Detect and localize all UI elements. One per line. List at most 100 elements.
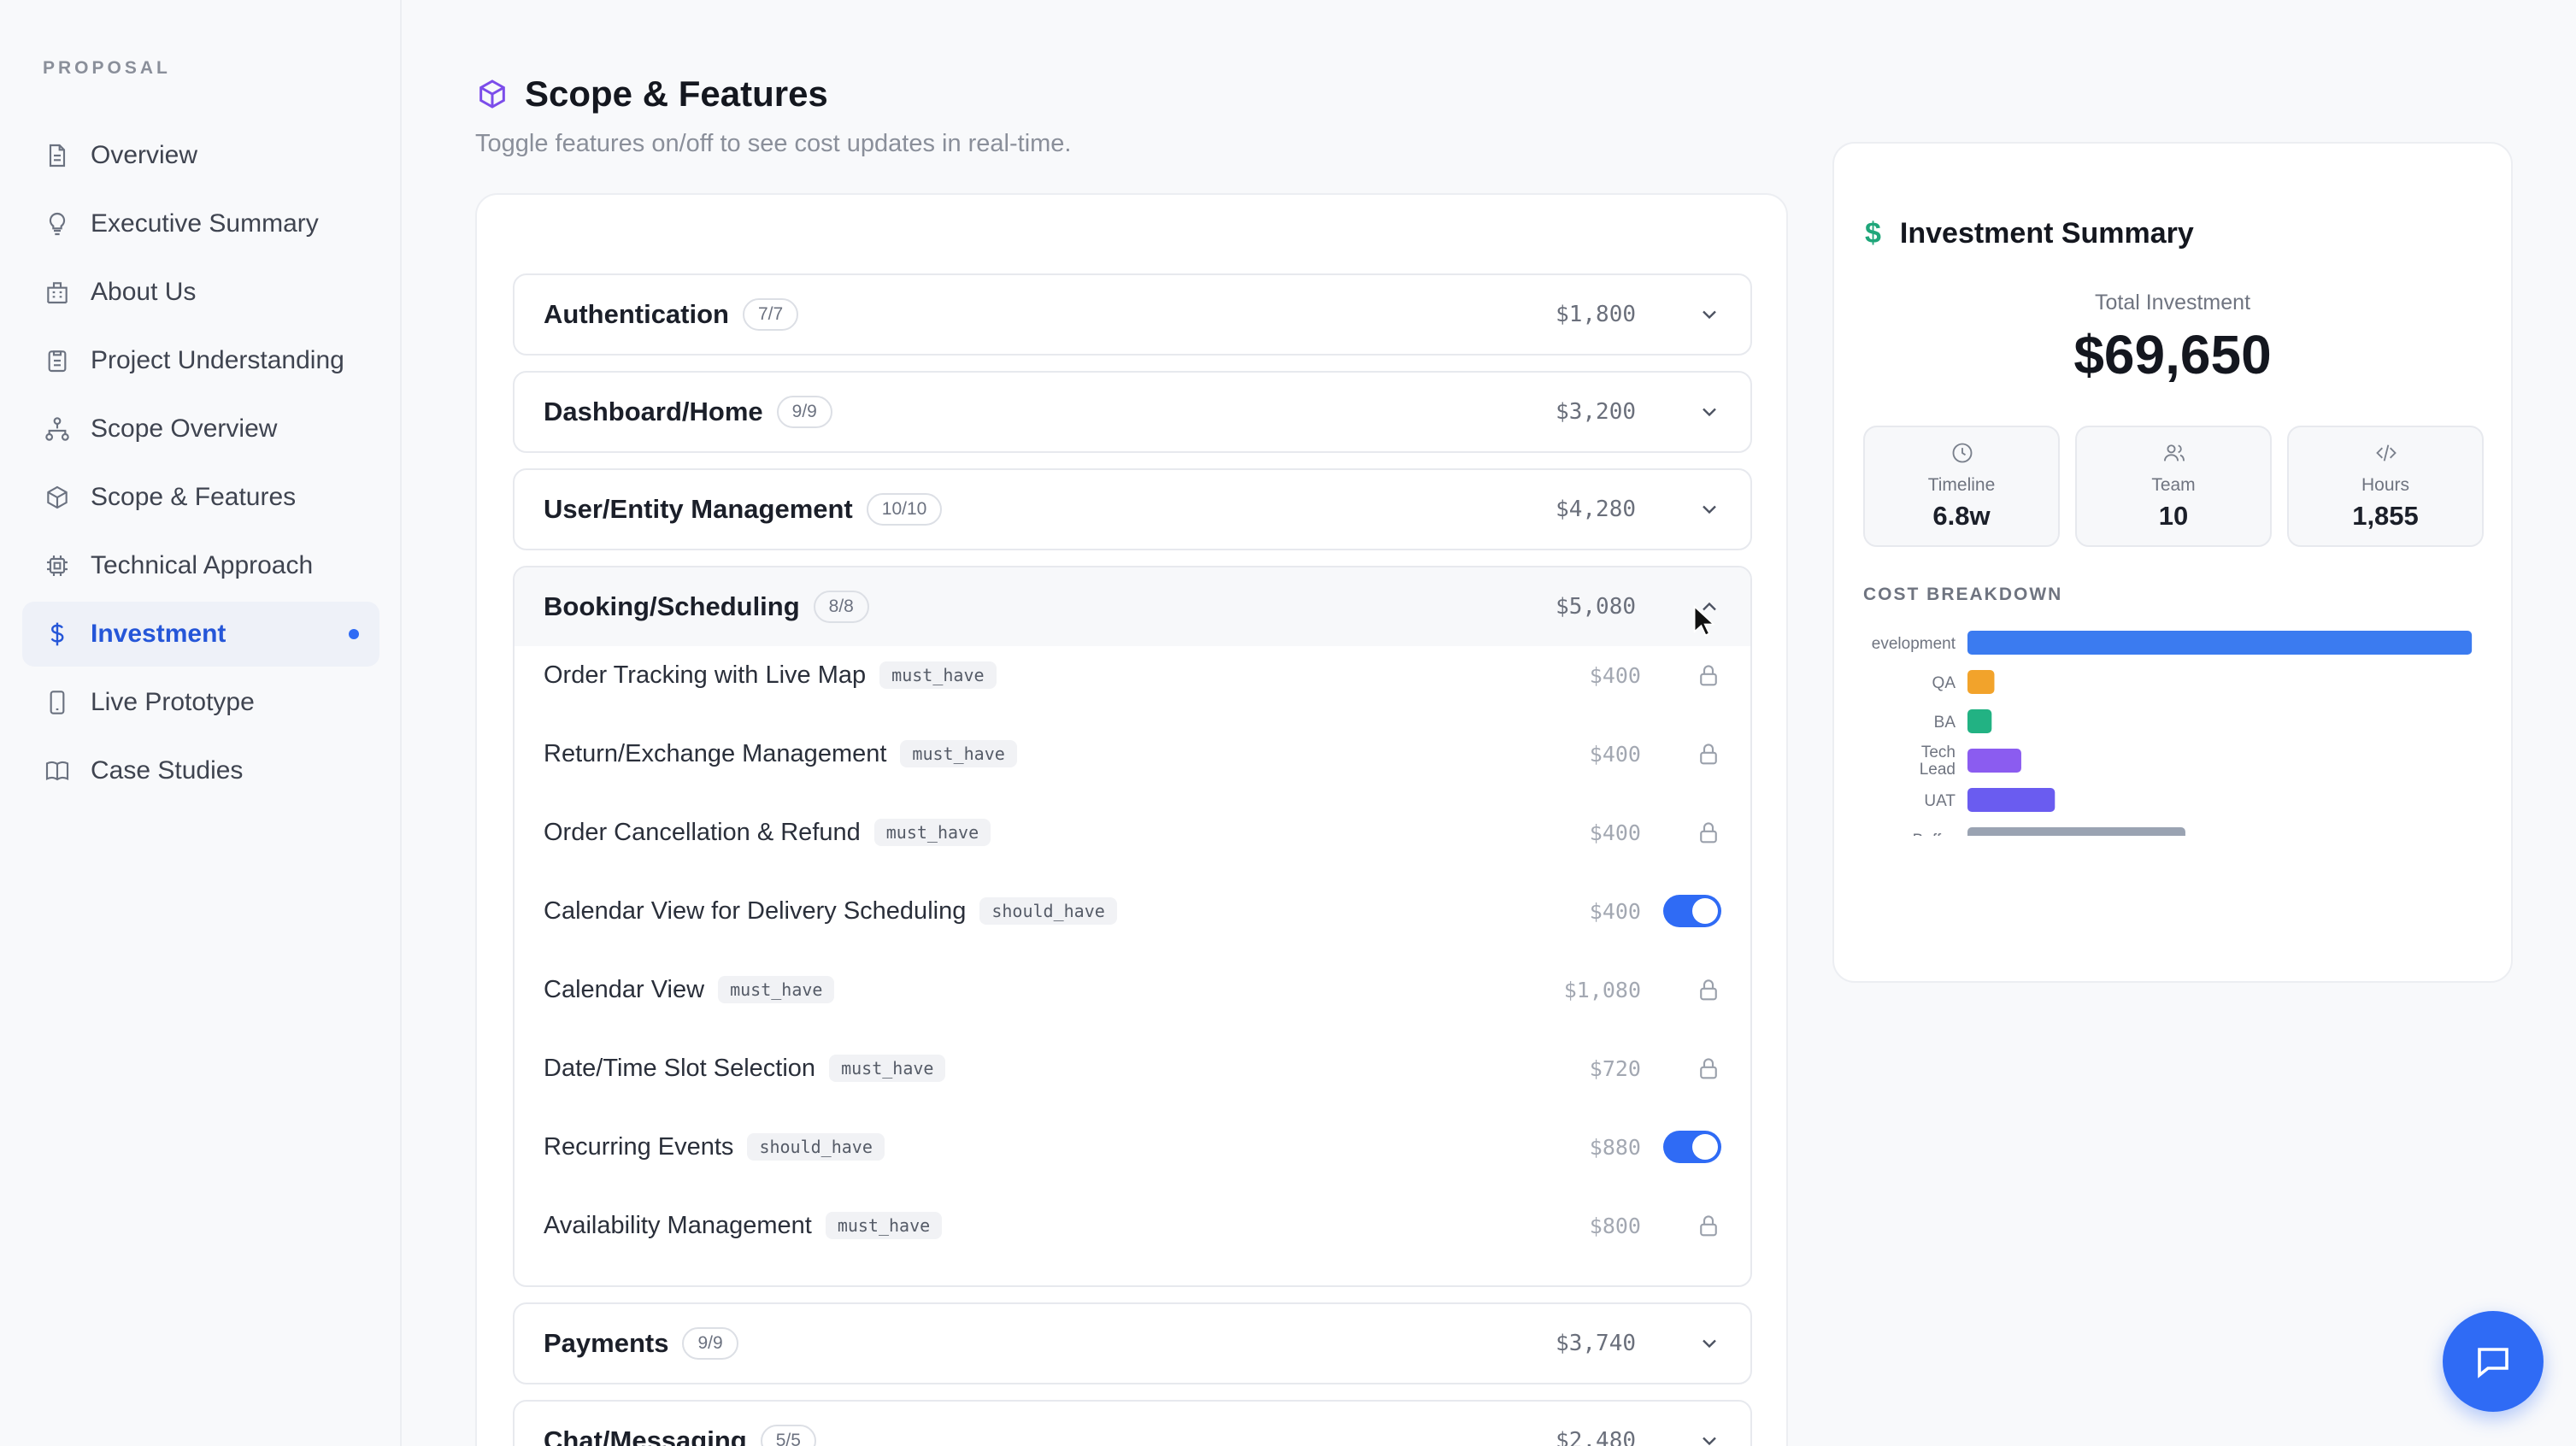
priority-tag: must_have: [718, 976, 835, 1003]
lock-icon: [1700, 979, 1717, 1001]
chat-icon: [2478, 1348, 2508, 1378]
group-header[interactable]: User/Entity Management 10/10 $4,280: [515, 470, 1750, 549]
feature-row: Availability Management must_have $800: [515, 1186, 1750, 1265]
feature-name: Date/Time Slot Selection: [544, 1054, 816, 1082]
chart-category-label: Tech Lead: [1920, 744, 1956, 779]
building-icon: [43, 278, 72, 307]
sidebar-item-label: Live Prototype: [91, 688, 255, 716]
box-icon: [479, 79, 505, 109]
page-title-row: Scope & Features: [475, 73, 828, 115]
chart-bar: [1967, 749, 2021, 773]
feature-toggle[interactable]: [1663, 1131, 1721, 1163]
sidebar-item-label: Overview: [91, 141, 198, 169]
toggle-knob: [1692, 898, 1718, 924]
feature-toggle[interactable]: [1663, 895, 1721, 927]
count-badge: 7/7: [743, 298, 799, 331]
stat-value: 10: [2158, 501, 2189, 531]
sidebar-item-label: Technical Approach: [91, 551, 314, 579]
sidebar-heading: PROPOSAL: [43, 58, 171, 78]
feature-group-dashboard: Dashboard/Home 9/9 $3,200: [513, 371, 1752, 453]
phone-icon: [43, 688, 72, 717]
group-price: $5,080: [1556, 594, 1636, 620]
sidebar-item-case-studies[interactable]: Case Studies: [22, 738, 379, 803]
chart-bar: [1967, 709, 1992, 733]
group-name: Chat/Messaging: [544, 1425, 747, 1446]
group-name: Dashboard/Home: [544, 397, 763, 426]
feature-price: $400: [1589, 820, 1641, 845]
sidebar-item-label: Project Understanding: [91, 346, 344, 374]
feature-row: Calendar View for Delivery Scheduling sh…: [515, 872, 1750, 950]
feature-name: Recurring Events: [544, 1132, 734, 1161]
lock-icon: [1700, 1215, 1717, 1237]
group-name: User/Entity Management: [544, 494, 853, 524]
lock-icon: [1700, 1058, 1717, 1079]
chevron-down-icon[interactable]: [1697, 1331, 1721, 1355]
investment-summary-card: $ Investment Summary Total Investment $6…: [1832, 142, 2513, 983]
priority-tag: must_have: [879, 661, 997, 689]
priority-tag: should_have: [747, 1133, 885, 1161]
book-icon: [43, 756, 72, 785]
chart-category-label: UAT: [1924, 792, 1956, 810]
group-header[interactable]: Payments 9/9 $3,740: [515, 1304, 1750, 1383]
document-icon: [43, 141, 72, 170]
feature-name: Order Cancellation & Refund: [544, 818, 861, 846]
feature-group-user-entity-management: User/Entity Management 10/10 $4,280: [513, 468, 1752, 550]
sidebar-item-label: Case Studies: [91, 756, 244, 785]
stat-hours: Hours 1,855: [2287, 426, 2484, 547]
feature-row: Recurring Events should_have $880: [515, 1108, 1750, 1186]
priority-tag: must_have: [825, 1212, 943, 1239]
chart-category-label: Buffer: [1913, 832, 1956, 836]
priority-tag: must_have: [900, 740, 1017, 767]
feature-name: Calendar View: [544, 975, 705, 1003]
users-icon: [2163, 444, 2185, 461]
chat-button[interactable]: [2443, 1311, 2544, 1412]
feature-row: Order Tracking with Live Map must_have $…: [515, 636, 1750, 714]
sidebar-item-executive-summary[interactable]: Executive Summary: [22, 191, 379, 256]
count-badge: 10/10: [866, 493, 943, 526]
feature-price: $720: [1589, 1055, 1641, 1081]
code-icon: [2376, 444, 2397, 461]
page-title: Scope & Features: [525, 73, 828, 114]
feature-row: Date/Time Slot Selection must_have $720: [515, 1029, 1750, 1108]
sidebar-item-label: Scope & Features: [91, 483, 297, 511]
chevron-down-icon[interactable]: [1697, 497, 1721, 521]
summary-title-row: $ Investment Summary: [1865, 217, 2194, 250]
group-price: $3,740: [1556, 1331, 1636, 1356]
priority-tag: must_have: [829, 1055, 946, 1082]
sidebar-item-scope-features[interactable]: Scope & Features: [22, 465, 379, 530]
sidebar-item-about-us[interactable]: About Us: [22, 260, 379, 325]
chevron-down-icon[interactable]: [1697, 1429, 1721, 1446]
sidebar-item-live-prototype[interactable]: Live Prototype: [22, 670, 379, 735]
count-badge: 8/8: [813, 591, 869, 623]
group-name: Booking/Scheduling: [544, 591, 800, 621]
stat-team: Team 10: [2075, 426, 2272, 547]
priority-tag: must_have: [873, 819, 991, 846]
group-header[interactable]: Booking/Scheduling 8/8 $5,080: [515, 567, 1750, 646]
lock-icon: [1700, 665, 1717, 686]
sidebar-item-overview[interactable]: Overview: [22, 123, 379, 188]
stat-label: Hours: [2361, 475, 2410, 495]
sidebar-item-investment[interactable]: Investment: [22, 602, 379, 667]
chevron-down-icon[interactable]: [1697, 400, 1721, 424]
count-badge: 9/9: [682, 1327, 738, 1360]
feature-price: $400: [1589, 898, 1641, 924]
chart-bar: [1967, 631, 2473, 655]
stat-timeline: Timeline 6.8w: [1863, 426, 2060, 547]
sidebar-item-scope-overview[interactable]: Scope Overview: [22, 397, 379, 461]
group-header[interactable]: Chat/Messaging 5/5 $2,480: [515, 1402, 1750, 1446]
sidebar-item-project-understanding[interactable]: Project Understanding: [22, 328, 379, 393]
feature-row: Calendar View must_have $1,080: [515, 950, 1750, 1029]
feature-price: $880: [1589, 1134, 1641, 1160]
sidebar-item-technical-approach[interactable]: Technical Approach: [22, 533, 379, 598]
chart-category-label: QA: [1932, 674, 1956, 692]
feature-price: $400: [1589, 741, 1641, 767]
feature-row: Order Cancellation & Refund must_have $4…: [515, 793, 1750, 872]
count-badge: 9/9: [776, 396, 832, 428]
group-price: $3,200: [1556, 399, 1636, 425]
group-header[interactable]: Authentication 7/7 $1,800: [515, 275, 1750, 354]
feature-price: $1,080: [1563, 977, 1641, 1002]
feature-group-booking-scheduling: Booking/Scheduling 8/8 $5,080 Order Trac…: [513, 566, 1752, 1287]
group-header[interactable]: Dashboard/Home 9/9 $3,200: [515, 373, 1750, 451]
chevron-down-icon[interactable]: [1697, 303, 1721, 326]
feature-name: Order Tracking with Live Map: [544, 661, 867, 689]
